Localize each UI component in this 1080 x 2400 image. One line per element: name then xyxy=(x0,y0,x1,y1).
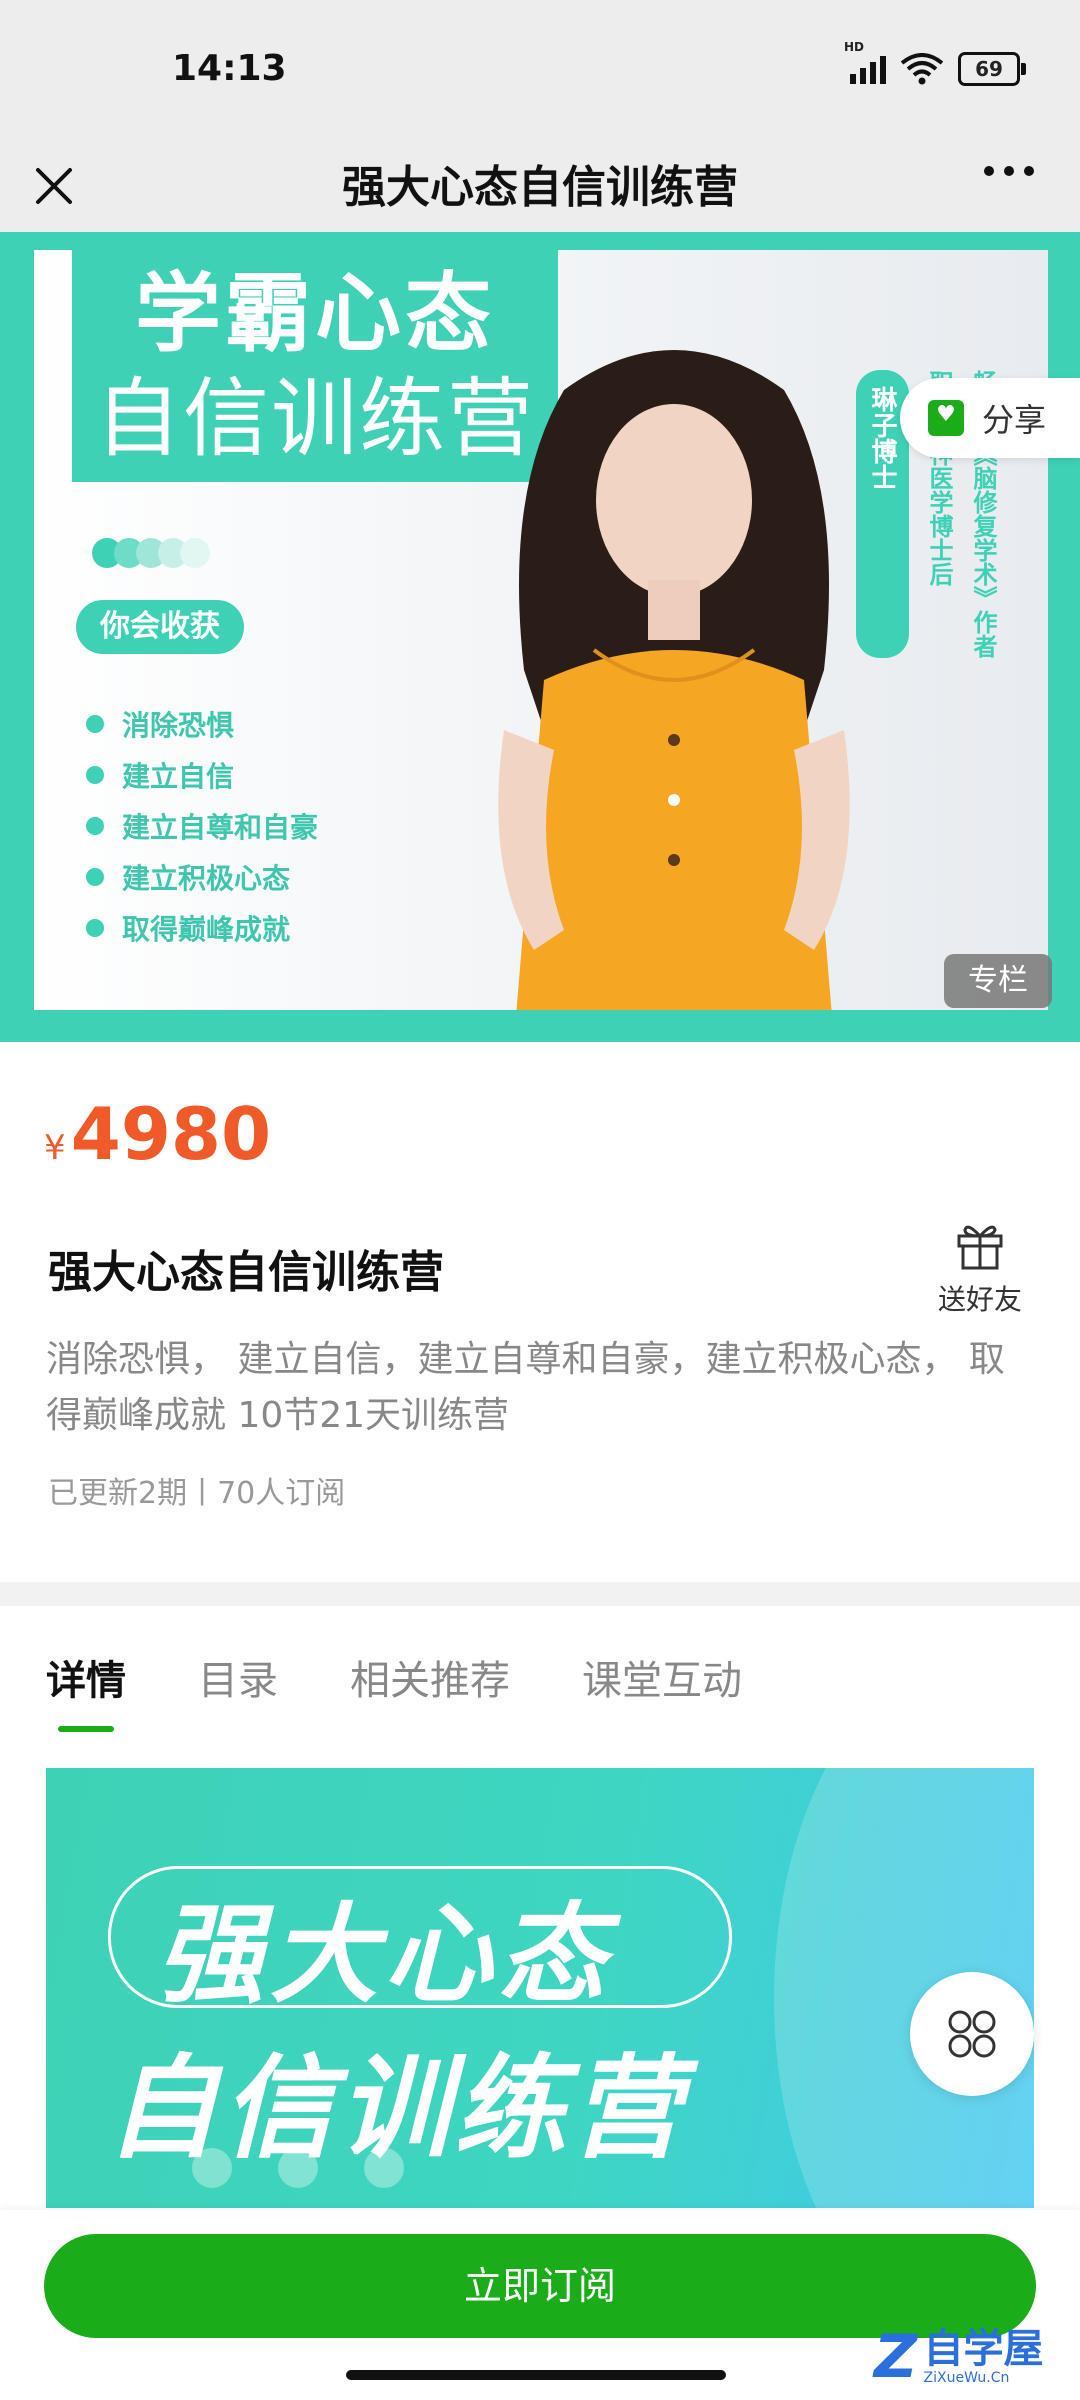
banner-title-line1: 学霸心态 xyxy=(135,264,495,364)
gain-item: 建立积极心态 xyxy=(86,851,318,902)
gain-list: 消除恐惧 建立自信 建立自尊和自豪 建立积极心态 取得巅峰成就 xyxy=(86,698,318,953)
battery-icon: 69 xyxy=(958,52,1026,86)
status-bar: 14:13 HD 69 xyxy=(0,0,1080,140)
instructor-photo xyxy=(498,350,850,1010)
gain-item: 建立自信 xyxy=(86,749,318,800)
detail-image: 强大心态 自信训练营 xyxy=(46,1768,1034,2208)
wifi-icon xyxy=(900,53,944,85)
share-button[interactable]: 分享 xyxy=(900,378,1080,458)
share-label: 分享 xyxy=(982,401,1047,439)
signal-icon: HD xyxy=(844,40,886,84)
nav-bar: 强大心态自信训练营 xyxy=(0,140,1080,232)
banner-image: 学霸心态 自信训练营 你会收获 消除恐惧 建立自信 建立自尊和自豪 建立积极心态 取得巅… xyxy=(34,250,1048,1010)
gain-label: 你会收获 xyxy=(76,600,244,654)
grid-icon xyxy=(948,2010,996,2058)
watermark-logo: Z 自学屋 ZiXueWu.Cn xyxy=(874,2322,1044,2392)
content-tabs: 详情 目录 相关推荐 课堂互动 xyxy=(46,1648,814,1732)
product-title: 强大心态自信训练营 xyxy=(48,1247,444,1298)
course-banner: 学霸心态 自信训练营 你会收获 消除恐惧 建立自信 建立自尊和自豪 建立积极心态 取得巅… xyxy=(0,232,1080,1042)
decor-dot xyxy=(180,538,210,568)
more-menu-icon[interactable] xyxy=(984,166,1034,176)
gain-item: 取得巅峰成就 xyxy=(86,902,318,953)
gain-item: 建立自尊和自豪 xyxy=(86,800,318,851)
section-divider xyxy=(0,1582,1080,1606)
tab-0[interactable]: 详情 xyxy=(46,1648,126,1732)
price-value: 4980 xyxy=(70,1092,272,1176)
page-title: 强大心态自信训练营 xyxy=(342,162,738,213)
status-icons: HD 69 xyxy=(844,40,1026,86)
tab-2[interactable]: 相关推荐 xyxy=(350,1648,510,1706)
update-subscriber-info: 已更新2期丨70人订阅 xyxy=(48,1476,346,1511)
gain-item: 消除恐惧 xyxy=(86,698,318,749)
column-badge: 专栏 xyxy=(944,954,1052,1008)
status-time: 14:13 xyxy=(172,48,287,89)
network-type: HD xyxy=(844,40,865,54)
floating-menu-button[interactable] xyxy=(910,1972,1034,2096)
decor-dots xyxy=(92,538,210,568)
gift-icon xyxy=(957,1225,1003,1270)
tab-1[interactable]: 目录 xyxy=(198,1648,278,1706)
tab-3[interactable]: 课堂互动 xyxy=(582,1648,742,1706)
share-icon xyxy=(928,400,964,436)
gift-to-friend-button[interactable]: 送好友 xyxy=(930,1218,1030,1318)
detail-heading-1: 强大心态 xyxy=(156,1893,613,2018)
gift-label: 送好友 xyxy=(937,1283,1022,1316)
product-description: 消除恐惧， 建立自信，建立自尊和自豪，建立积极心态， 取得巅峰成就 10节21天… xyxy=(46,1339,1005,1436)
price: ¥ 4980 xyxy=(44,1092,271,1176)
price-currency: ¥ xyxy=(44,1128,66,1168)
home-indicator[interactable] xyxy=(346,2370,726,2380)
